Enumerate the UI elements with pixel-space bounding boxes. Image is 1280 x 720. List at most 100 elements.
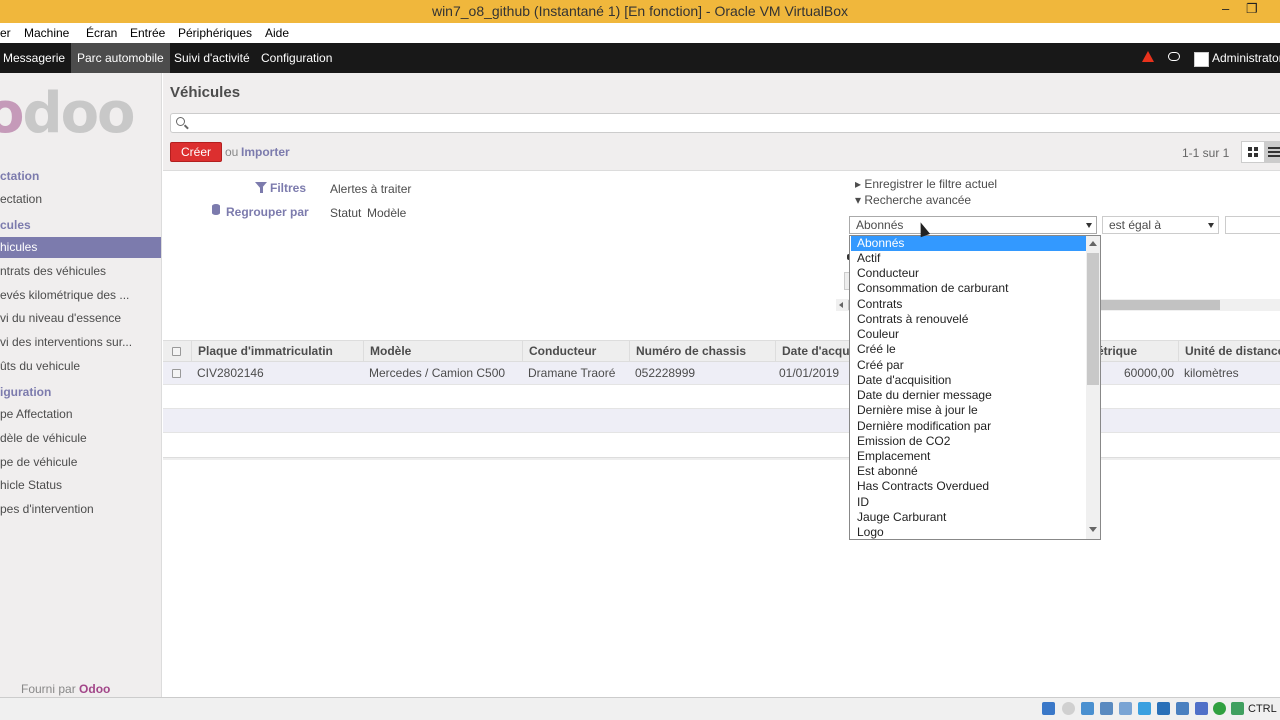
dropdown-option[interactable]: ID (851, 495, 1087, 510)
scroll-left-icon[interactable] (839, 302, 843, 308)
vbox-menu-machine[interactable]: Machine (24, 26, 69, 40)
recording-icon[interactable] (1176, 702, 1189, 715)
sidebar-item-vehicle-status[interactable]: hicle Status (0, 478, 62, 492)
usb-icon[interactable] (1119, 702, 1132, 715)
sidebar-item-releves[interactable]: evés kilométrique des ... (0, 288, 129, 302)
filter-option-alertes[interactable]: Alertes à traiter (330, 182, 411, 196)
dropdown-option[interactable]: Contrats à renouvelé (851, 312, 1087, 327)
avatar[interactable] (1194, 52, 1209, 67)
vbox-menu-help[interactable]: Aide (265, 26, 289, 40)
vbox-statusbar: CTRL D (0, 697, 1280, 720)
vbox-menu-file[interactable]: er (0, 26, 11, 40)
column-driver[interactable]: Conducteur (522, 341, 629, 362)
operator-select-value: est égal à (1109, 218, 1162, 232)
field-dropdown-list[interactable]: Abonnés Actif Conducteur Consommation de… (849, 235, 1101, 540)
odoo-logo[interactable]: odoo (0, 81, 136, 146)
import-link[interactable]: Importer (241, 145, 290, 159)
pager: 1-1 sur 1 (1182, 146, 1230, 160)
restore-button[interactable]: ❐ (1246, 1, 1258, 17)
dropdown-option[interactable]: Emplacement (851, 449, 1087, 464)
sidebar-item-interventions[interactable]: vi des interventions sur... (0, 335, 132, 349)
column-distance-unit[interactable]: Unité de distance (1178, 341, 1280, 362)
column-chassis[interactable]: Numéro de chassis (629, 341, 775, 362)
audio-icon[interactable] (1081, 702, 1094, 715)
sidebar-item-contrats[interactable]: ntrats des véhicules (0, 264, 106, 278)
sidebar-item-vehicules[interactable]: hicules (0, 237, 161, 258)
sidebar-item-modele[interactable]: dèle de véhicule (0, 431, 87, 445)
sidebar-item-essence[interactable]: vi du niveau d'essence (0, 311, 121, 325)
dropdown-option[interactable]: Date d'acquisition (851, 373, 1087, 388)
dropdown-option[interactable]: Est abonné (851, 464, 1087, 479)
nav-messaging[interactable]: Messagerie (0, 43, 71, 73)
dropdown-option[interactable]: Abonnés (851, 236, 1087, 251)
dropdown-option[interactable]: Couleur (851, 327, 1087, 342)
dropdown-option[interactable]: Créé le (851, 342, 1087, 357)
nav-configuration[interactable]: Configuration (255, 43, 338, 73)
virtualization-icon[interactable] (1195, 702, 1208, 715)
powered-by: Fourni par Odoo (21, 682, 111, 696)
vbox-menu-screen[interactable]: Écran (86, 26, 117, 40)
kanban-view-button[interactable] (1248, 147, 1258, 157)
vbox-menu-devices[interactable]: Périphériques (178, 26, 252, 40)
minimize-button[interactable]: – (1222, 1, 1229, 16)
alert-icon[interactable] (1142, 51, 1154, 62)
dropdown-option[interactable]: Conducteur (851, 266, 1087, 281)
column-odometer[interactable]: étrique (1091, 341, 1178, 362)
select-all-checkbox[interactable] (172, 347, 181, 356)
table-row-empty (163, 385, 1280, 409)
value-input[interactable] (1225, 216, 1280, 234)
powered-by-link[interactable]: Odoo (79, 682, 110, 696)
chat-icon[interactable] (1168, 52, 1180, 61)
mouse-integration-icon[interactable] (1213, 702, 1226, 715)
save-filter-link[interactable]: ▸ Enregistrer le filtre actuel (855, 177, 997, 191)
display-icon[interactable] (1157, 702, 1170, 715)
optical-drive-icon[interactable] (1062, 702, 1075, 715)
shared-folders-icon[interactable] (1138, 702, 1151, 715)
dropdown-scrollbar[interactable] (1086, 236, 1100, 539)
list-view-button[interactable] (1264, 142, 1280, 162)
operator-select[interactable]: est égal à (1102, 216, 1219, 234)
create-button[interactable]: Créer (170, 142, 222, 162)
nav-fleet[interactable]: Parc automobile (71, 43, 170, 73)
sidebar-item-types-intervention[interactable]: pes d'intervention (0, 502, 94, 516)
search-input[interactable] (170, 113, 1280, 133)
hdd-icon[interactable] (1042, 702, 1055, 715)
dropdown-option[interactable]: Dernière modification par (851, 419, 1087, 434)
network-icon[interactable] (1100, 702, 1113, 715)
dropdown-scrollbar-thumb[interactable] (1087, 253, 1099, 385)
dropdown-option[interactable]: Créé par (851, 358, 1087, 373)
table-row[interactable]: CIV2802146 Mercedes / Camion C500 Draman… (163, 362, 1280, 385)
scroll-up-icon[interactable] (1089, 241, 1097, 246)
column-model[interactable]: Modèle (363, 341, 522, 362)
dropdown-option[interactable]: Actif (851, 251, 1087, 266)
groupby-option-statut[interactable]: Statut (330, 206, 361, 220)
groupby-option-modele[interactable]: Modèle (367, 206, 406, 220)
scroll-down-icon[interactable] (1089, 527, 1097, 532)
dropdown-option[interactable]: Date du dernier message (851, 388, 1087, 403)
row-checkbox[interactable] (172, 369, 181, 378)
chevron-down-icon (1208, 223, 1214, 228)
dropdown-option[interactable]: Jauge Carburant (851, 510, 1087, 525)
dropdown-option[interactable]: Logo (851, 525, 1087, 539)
dropdown-option[interactable]: Has Contracts Overdued (851, 479, 1087, 494)
sidebar: odoo ctation ectation cules hicules ntra… (0, 73, 162, 697)
column-acquisition-date[interactable]: Date d'acqui (775, 341, 849, 362)
user-menu[interactable]: Administrator (1212, 43, 1280, 73)
dropdown-option[interactable]: Dernière mise à jour le (851, 403, 1087, 418)
sidebar-item-couts[interactable]: ûts du vehicule (0, 359, 80, 373)
dropdown-option[interactable]: Contrats (851, 297, 1087, 312)
sidebar-item-type-vehicule[interactable]: pe de véhicule (0, 455, 77, 469)
column-plate[interactable]: Plaque d'immatriculatin (191, 341, 363, 362)
advanced-search-link[interactable]: ▾ Recherche avancée (855, 193, 971, 207)
keyboard-icon[interactable] (1231, 702, 1244, 715)
sidebar-section-configuration: iguration (0, 385, 52, 399)
dropdown-option[interactable]: Emission de CO2 (851, 434, 1087, 449)
nav-activity[interactable]: Suivi d'activité (168, 43, 256, 73)
sidebar-item-type-affectation[interactable]: pe Affectation (0, 407, 73, 421)
vbox-menu-input[interactable]: Entrée (130, 26, 165, 40)
cell-chassis: 052228999 (635, 366, 696, 380)
field-select[interactable]: Abonnés (849, 216, 1097, 234)
dropdown-option[interactable]: Consommation de carburant (851, 281, 1087, 296)
page-title: Véhicules (170, 84, 241, 101)
sidebar-item-affectation[interactable]: ectation (0, 192, 42, 206)
